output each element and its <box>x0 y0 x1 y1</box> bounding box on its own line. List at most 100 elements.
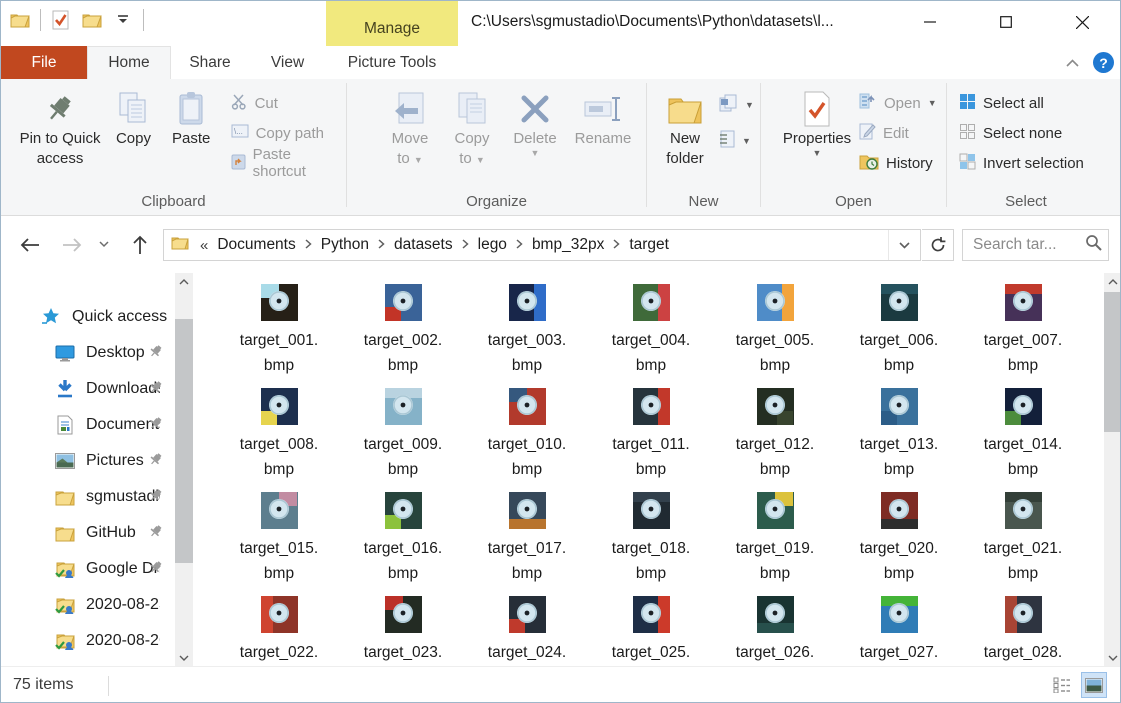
explorer-folder-icon[interactable] <box>9 9 31 31</box>
scroll-down-icon[interactable] <box>175 649 193 666</box>
file-item[interactable]: target_004.bmp <box>589 284 713 388</box>
copy-to-button[interactable]: Copy to ▼ <box>441 79 503 169</box>
new-folder-button[interactable]: New folder <box>655 79 715 169</box>
thumbnail-view-button[interactable] <box>1082 673 1106 697</box>
copy-button[interactable]: Copy <box>105 79 162 149</box>
help-icon[interactable]: ? <box>1093 52 1114 73</box>
file-item[interactable]: target_008.bmp <box>217 388 341 492</box>
properties-button[interactable]: Properties ▼ <box>777 79 857 157</box>
scrollbar-thumb[interactable] <box>175 319 193 563</box>
scroll-up-icon[interactable] <box>1104 273 1121 290</box>
back-icon[interactable] <box>15 238 45 252</box>
manage-contextual-tab-header[interactable]: Manage <box>326 1 458 46</box>
sidebar-item-github[interactable]: GitHub <box>1 515 175 551</box>
sidebar-item-pictures[interactable]: Pictures <box>1 443 175 479</box>
paste-shortcut-button[interactable]: Paste shortcut <box>231 153 346 173</box>
address-bar[interactable]: « DocumentsPythondatasetslegobmp_32pxtar… <box>163 229 921 261</box>
sidebar-scrollbar[interactable] <box>175 273 193 666</box>
sidebar-item-google-drive[interactable]: Google Drive <box>1 551 175 587</box>
search-input[interactable] <box>973 236 1085 254</box>
history-button[interactable]: History <box>859 153 937 173</box>
file-item[interactable]: target_027.bmp <box>837 596 961 666</box>
file-item[interactable]: target_005.bmp <box>713 284 837 388</box>
file-item[interactable]: target_028.bmp <box>961 596 1085 666</box>
select-none-button[interactable]: Select none <box>959 123 1105 143</box>
file-item[interactable]: target_021.bmp <box>961 492 1085 596</box>
file-item[interactable]: target_020.bmp <box>837 492 961 596</box>
scroll-down-icon[interactable] <box>1104 649 1121 666</box>
scrollbar-thumb[interactable] <box>1104 292 1121 432</box>
file-item[interactable]: target_002.bmp <box>341 284 465 388</box>
breadcrumb-separator-icon[interactable] <box>608 238 625 252</box>
maximize-button[interactable] <box>968 1 1044 43</box>
tab-share[interactable]: Share <box>171 46 249 79</box>
move-to-button[interactable]: Move to ▼ <box>379 79 441 169</box>
easy-access-button[interactable]: ▼ <box>719 131 754 151</box>
breadcrumb-separator-icon[interactable] <box>373 238 390 252</box>
tab-view[interactable]: View <box>249 46 326 79</box>
sidebar-item-2020-08-25[interactable]: 2020-08-25 <box>1 587 175 623</box>
breadcrumb-separator-icon[interactable] <box>300 238 317 252</box>
file-item[interactable]: target_013.bmp <box>837 388 961 492</box>
breadcrumb-item[interactable]: target <box>625 236 673 254</box>
file-item[interactable]: target_017.bmp <box>465 492 589 596</box>
tab-picture-tools[interactable]: Picture Tools <box>326 46 458 79</box>
sidebar-item-documents[interactable]: Documents <box>1 407 175 443</box>
file-item[interactable]: target_025.bmp <box>589 596 713 666</box>
sidebar-item-desktop[interactable]: Desktop <box>1 335 175 371</box>
paste-button[interactable]: Paste <box>162 79 221 149</box>
tab-file[interactable]: File <box>1 46 87 79</box>
forward-icon[interactable] <box>57 238 87 252</box>
minimize-button[interactable] <box>892 1 968 43</box>
breadcrumb-item[interactable]: datasets <box>390 236 457 254</box>
scroll-up-icon[interactable] <box>175 273 193 290</box>
breadcrumb-item[interactable]: lego <box>474 236 511 254</box>
content-scrollbar[interactable] <box>1104 273 1121 666</box>
new-item-button[interactable]: ▼ <box>719 95 754 115</box>
breadcrumb-item[interactable]: bmp_32px <box>528 236 608 254</box>
open-button[interactable]: Open ▼ <box>859 93 937 113</box>
customize-qat-chevron-icon[interactable] <box>112 9 134 31</box>
breadcrumb-item[interactable]: Documents <box>213 236 299 254</box>
cut-button[interactable]: Cut <box>231 93 346 113</box>
refresh-icon[interactable] <box>922 229 954 261</box>
up-icon[interactable] <box>125 235 155 255</box>
new-folder-qat-icon[interactable] <box>81 9 103 31</box>
sidebar-item-2020-08-26[interactable]: 2020-08-26 <box>1 623 175 659</box>
breadcrumb-item[interactable]: Python <box>317 236 373 254</box>
sidebar-item-downloads[interactable]: Downloads <box>1 371 175 407</box>
file-item[interactable]: target_014.bmp <box>961 388 1085 492</box>
file-item[interactable]: target_022.bmp <box>217 596 341 666</box>
file-item[interactable]: target_018.bmp <box>589 492 713 596</box>
address-dropdown-chevron-icon[interactable] <box>888 230 920 260</box>
details-view-button[interactable] <box>1050 673 1074 697</box>
breadcrumb-separator-icon[interactable] <box>511 238 528 252</box>
select-all-button[interactable]: Select all <box>959 93 1105 113</box>
file-item[interactable]: target_010.bmp <box>465 388 589 492</box>
sidebar-item-sgmustadio[interactable]: sgmustadio <box>1 479 175 515</box>
edit-button[interactable]: Edit <box>859 123 937 143</box>
pin-to-quick-access-button[interactable]: Pin to Quick access <box>15 79 105 169</box>
file-item[interactable]: target_011.bmp <box>589 388 713 492</box>
close-button[interactable] <box>1044 1 1120 43</box>
properties-check-icon[interactable] <box>50 9 72 31</box>
file-item[interactable]: target_026.bmp <box>713 596 837 666</box>
delete-button[interactable]: Delete ▼ <box>503 79 567 157</box>
recent-locations-chevron-icon[interactable] <box>93 241 115 248</box>
sidebar-item-clipped[interactable] <box>1 659 175 666</box>
file-item[interactable]: target_024.bmp <box>465 596 589 666</box>
breadcrumb-separator-icon[interactable] <box>457 238 474 252</box>
file-item[interactable]: target_015.bmp <box>217 492 341 596</box>
invert-selection-button[interactable]: Invert selection <box>959 153 1105 173</box>
collapse-ribbon-chevron-icon[interactable] <box>1066 55 1079 70</box>
file-item[interactable]: target_007.bmp <box>961 284 1085 388</box>
file-item[interactable]: target_009.bmp <box>341 388 465 492</box>
file-item[interactable]: target_023.bmp <box>341 596 465 666</box>
file-item[interactable]: target_001.bmp <box>217 284 341 388</box>
file-item[interactable]: target_006.bmp <box>837 284 961 388</box>
file-item[interactable]: target_016.bmp <box>341 492 465 596</box>
copy-path-button[interactable]: \... Copy path <box>231 123 346 143</box>
file-item[interactable]: target_012.bmp <box>713 388 837 492</box>
file-item[interactable]: target_003.bmp <box>465 284 589 388</box>
sidebar-item-quick-access[interactable]: Quick access <box>1 299 175 335</box>
